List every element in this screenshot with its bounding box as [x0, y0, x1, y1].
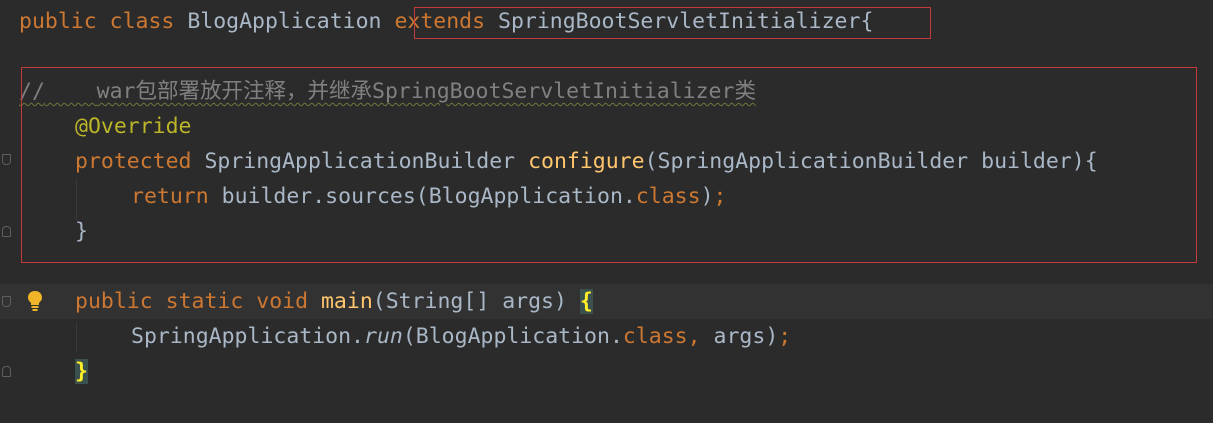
keyword-public: public	[75, 289, 153, 314]
main-params: (String[] args)	[372, 289, 567, 314]
code-line-comment[interactable]: // war包部署放开注释，并继承SpringBootServletInitia…	[19, 74, 756, 109]
code-line-configure-method[interactable]: protected SpringApplicationBuilder confi…	[75, 144, 1098, 179]
keyword-public: public	[19, 9, 97, 34]
return-expression: builder.sources(BlogApplication.	[221, 184, 636, 209]
code-line-return[interactable]: return builder.sources(BlogApplication.c…	[131, 179, 726, 214]
fold-marker-icon[interactable]	[2, 154, 11, 165]
run-args-end: args)	[713, 324, 779, 349]
param-type: SpringApplicationBuilder	[657, 149, 969, 174]
semicolon: ;	[778, 324, 792, 349]
matched-close-brace: }	[75, 359, 88, 384]
run-prefix: SpringApplication.	[131, 324, 364, 349]
keyword-protected: protected	[75, 149, 192, 174]
annotation-override: @Override	[75, 114, 192, 139]
run-args-start: (BlogApplication.	[402, 324, 623, 349]
comment-indent	[45, 79, 97, 104]
keyword-class: class	[109, 9, 175, 34]
code-line-close-brace[interactable]: }	[75, 354, 88, 389]
code-line-main-method[interactable]: public static void main(String[] args) {	[75, 284, 593, 319]
comment-text: war包部署放开注释，并继承SpringBootServletInitializ…	[96, 79, 756, 104]
fold-marker-icon[interactable]	[2, 296, 11, 307]
keyword-class: class	[622, 324, 688, 349]
fold-marker-icon[interactable]	[2, 366, 11, 377]
paren-open: (	[644, 149, 658, 174]
return-type: SpringApplicationBuilder	[204, 149, 516, 174]
indent-guide	[76, 322, 77, 352]
fold-marker-icon[interactable]	[2, 226, 11, 237]
method-name-main: main	[320, 289, 373, 314]
class-name: BlogApplication	[187, 9, 382, 34]
open-brace: {	[860, 9, 874, 34]
code-line-class-declaration[interactable]: public class BlogApplication extends Spr…	[19, 4, 873, 39]
matched-open-brace: {	[579, 289, 593, 314]
keyword-void: void	[256, 289, 309, 314]
keyword-static: static	[165, 289, 244, 314]
method-name-configure: configure	[528, 149, 645, 174]
lightbulb-icon[interactable]	[26, 290, 44, 312]
param-name: builder	[981, 149, 1072, 174]
close-brace: }	[75, 219, 88, 244]
comment-slashes: //	[19, 79, 45, 104]
comma: ,	[687, 324, 701, 349]
paren-close: )	[700, 184, 714, 209]
code-line-run[interactable]: SpringApplication.run(BlogApplication.cl…	[131, 319, 791, 354]
editor-gutter	[0, 0, 18, 423]
keyword-extends: extends	[394, 9, 486, 34]
code-line-annotation[interactable]: @Override	[75, 109, 192, 144]
keyword-class: class	[635, 184, 701, 209]
code-line-close-brace[interactable]: }	[75, 214, 88, 249]
paren-close-brace: ){	[1071, 149, 1098, 174]
method-name-run: run	[364, 324, 403, 349]
semicolon: ;	[713, 184, 727, 209]
superclass-name: SpringBootServletInitializer	[498, 9, 861, 34]
keyword-return: return	[131, 184, 209, 209]
